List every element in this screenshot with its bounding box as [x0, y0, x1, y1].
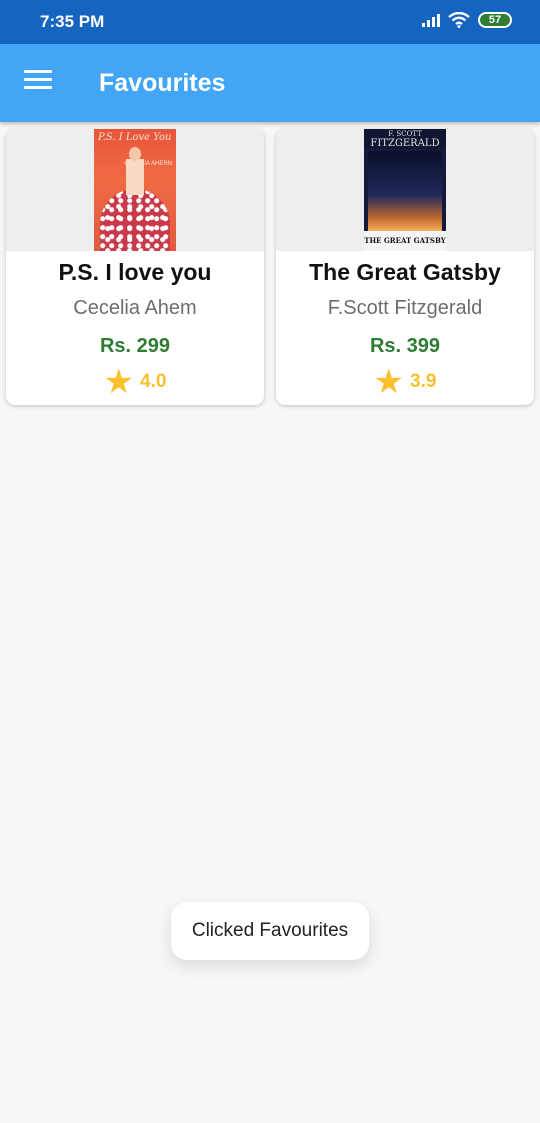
battery-icon: 57: [478, 12, 512, 28]
book-cover-container: P.S. I Love You CECELIA AHERN: [6, 129, 264, 251]
book-rating: ★ 3.9: [276, 365, 534, 399]
cover-title-text: P.S. I Love You: [98, 132, 172, 143]
cover-title-text: THE GREAT GATSBY: [364, 231, 446, 251]
book-title: The Great Gatsby: [309, 259, 501, 285]
book-card-body: P.S. I love you Cecelia Ahem Rs. 299 ★ 4…: [6, 257, 264, 399]
status-icons: 57: [422, 12, 512, 28]
toast-message: Clicked Favourites: [171, 902, 369, 960]
wifi-icon: [448, 12, 470, 28]
book-cover-container: F. SCOTT FITZGERALD THE GREAT GATSBY: [276, 129, 534, 251]
book-rating: ★ 4.0: [6, 365, 264, 399]
book-author: Cecelia Ahem: [73, 297, 197, 319]
hamburger-menu-icon[interactable]: [24, 70, 52, 94]
signal-icon: [422, 13, 440, 27]
star-icon: ★: [103, 363, 135, 401]
book-price: Rs. 399: [369, 335, 441, 357]
status-bar: 7:35 PM 57: [0, 0, 540, 44]
cover-author-text: F. SCOTT FITZGERALD: [364, 129, 446, 149]
book-card[interactable]: P.S. I Love You CECELIA AHERN P.S. I lov…: [6, 129, 264, 405]
app-bar: Favourites: [0, 44, 540, 122]
book-card[interactable]: F. SCOTT FITZGERALD THE GREAT GATSBY The…: [276, 129, 534, 405]
book-price: Rs. 299: [99, 335, 171, 357]
book-card-body: The Great Gatsby F.Scott Fitzgerald Rs. …: [276, 257, 534, 399]
rating-value: 3.9: [410, 371, 437, 392]
book-title: P.S. I love you: [58, 259, 212, 285]
book-author: F.Scott Fitzgerald: [327, 297, 483, 319]
rating-value: 4.0: [140, 371, 167, 392]
status-time: 7:35 PM: [40, 12, 105, 31]
star-icon: ★: [373, 363, 405, 401]
book-cover-image: P.S. I Love You CECELIA AHERN: [94, 129, 176, 251]
page-title: Favourites: [99, 69, 226, 97]
book-cover-image: F. SCOTT FITZGERALD THE GREAT GATSBY: [364, 129, 446, 251]
favourites-grid: P.S. I Love You CECELIA AHERN P.S. I lov…: [6, 129, 534, 405]
